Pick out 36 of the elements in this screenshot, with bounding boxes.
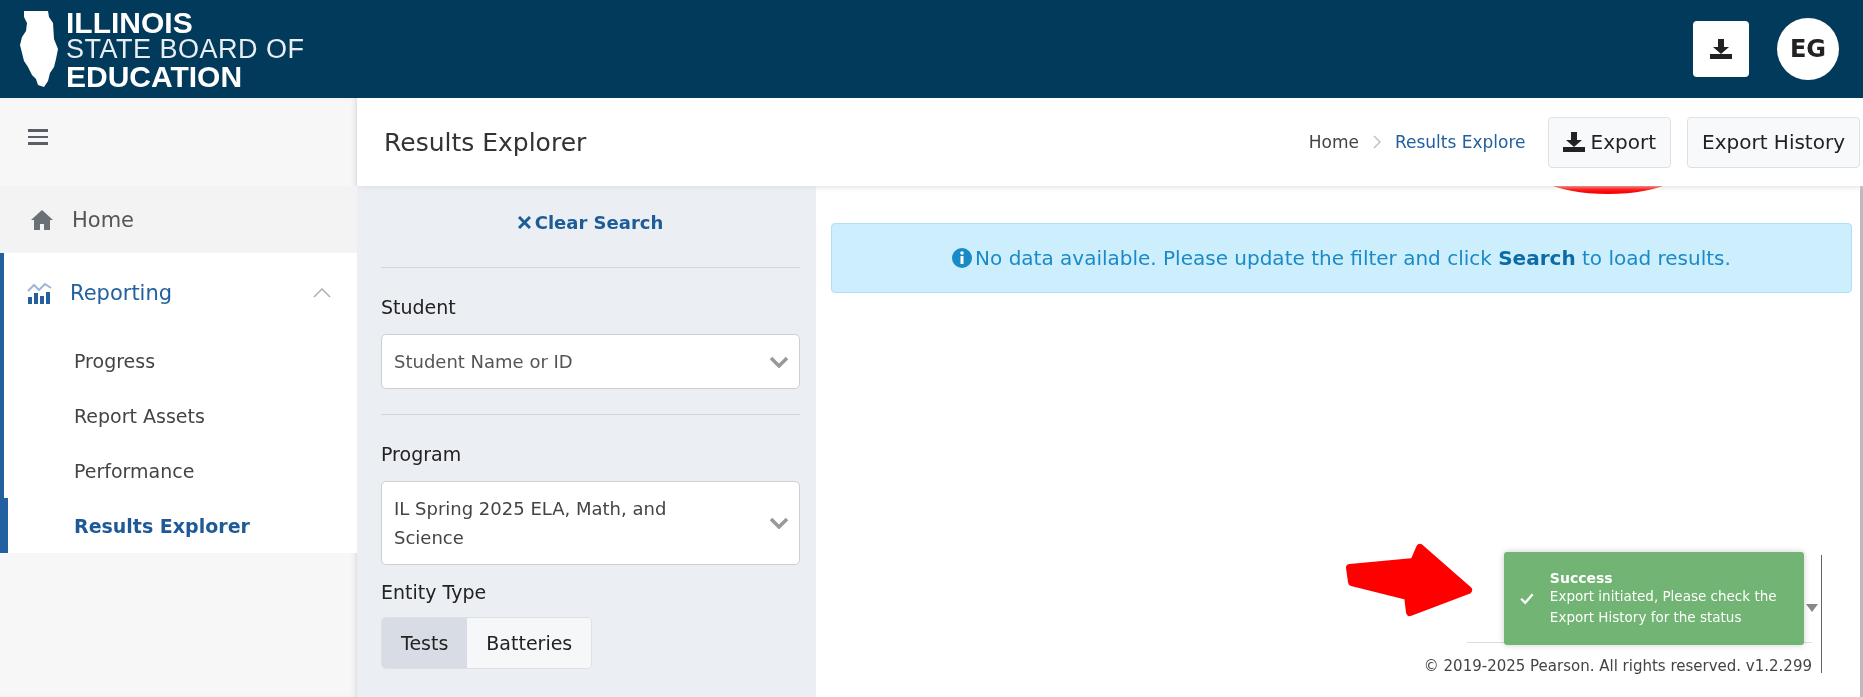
- nav-subitem[interactable]: Progress: [4, 333, 357, 388]
- download-button[interactable]: [1693, 21, 1749, 77]
- download-icon: [1710, 39, 1732, 59]
- caret-down-icon: [1806, 604, 1818, 612]
- program-select[interactable]: IL Spring 2025 ELA, Math, and Science: [381, 481, 800, 565]
- home-icon: [30, 208, 54, 231]
- toast-message: Export initiated, Please check the Export History for the status: [1549, 586, 1778, 627]
- field-label: Student: [381, 296, 457, 318]
- page-title: Results Explorer: [384, 127, 588, 157]
- toggle-option[interactable]: Tests: [382, 618, 468, 668]
- chevron-down-icon: [769, 355, 789, 368]
- menu-icon[interactable]: [28, 128, 48, 146]
- field-label: Entity Type: [381, 581, 488, 603]
- bar-chart-icon: [27, 282, 52, 304]
- nav-subitem[interactable]: Report Assets: [4, 388, 357, 443]
- chevron-down-icon: [769, 517, 789, 529]
- nav-label: Home: [72, 207, 135, 232]
- close-icon: [517, 216, 531, 229]
- nav-item[interactable]: Reporting: [4, 253, 357, 333]
- nav-label: Reporting: [70, 281, 174, 305]
- clear-search-button[interactable]: Clear Search: [511, 206, 670, 239]
- toast-title: Success: [1549, 569, 1614, 586]
- logo-text: STATE BOARD OF: [66, 35, 305, 63]
- nav-item[interactable]: Home: [0, 186, 357, 253]
- student-select[interactable]: Student Name or ID: [381, 334, 800, 389]
- logo-text: EDUCATION: [66, 62, 244, 90]
- alert-message: No data available. Please update the filter and click Search to load results.: [975, 246, 1731, 270]
- breadcrumb-link[interactable]: Home: [1308, 132, 1359, 152]
- user-avatar[interactable]: EG: [1777, 18, 1839, 80]
- nav-subitem[interactable]: Performance: [4, 443, 357, 498]
- state-outline-icon: [18, 9, 60, 89]
- field-label: Program: [381, 443, 463, 465]
- logo-text: ILLINOIS: [66, 8, 194, 36]
- info-icon: [952, 248, 973, 268]
- copyright-text: © 2019-2025 Pearson. All rights reserved. v1.2.299: [1423, 657, 1812, 675]
- toggle-option[interactable]: Batteries: [467, 618, 592, 668]
